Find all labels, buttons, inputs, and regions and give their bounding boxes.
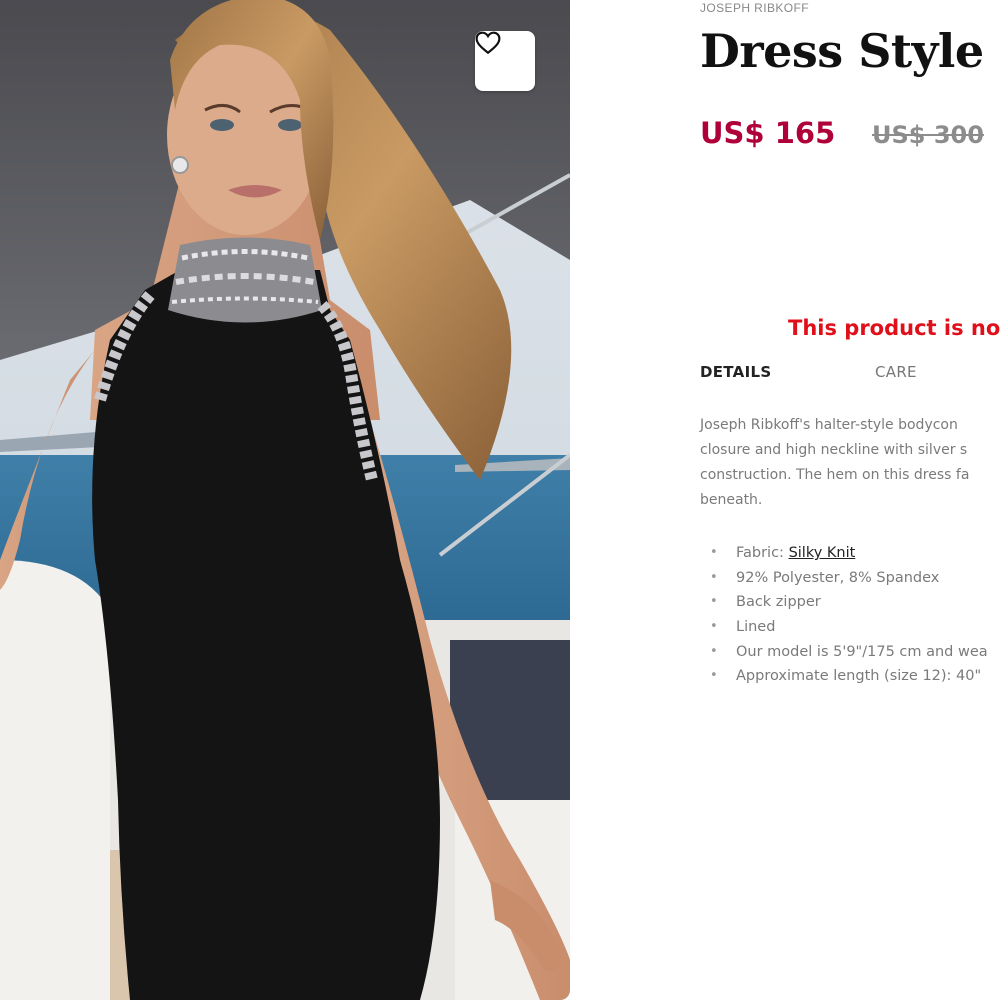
spec-item: Back zipper — [710, 590, 988, 615]
spec-item: 92% Polyester, 8% Spandex — [710, 566, 988, 591]
heart-icon — [475, 31, 501, 55]
description-line: construction. The hem on this dress fa — [700, 467, 970, 483]
product-title: Dress Style 1 — [700, 24, 1000, 78]
availability-notice: This product is no — [788, 316, 1000, 340]
description-line: closure and high neckline with silver s — [700, 442, 968, 458]
favorite-button[interactable] — [475, 31, 535, 91]
product-photo — [0, 0, 570, 1000]
fabric-label: Fabric: — [736, 545, 789, 561]
tab-details[interactable]: DETAILS — [700, 363, 771, 381]
tab-care[interactable]: CARE — [875, 363, 917, 381]
sale-price: US$ 165 — [700, 116, 836, 150]
description-line: Joseph Ribkoff's halter-style bodycon — [700, 417, 958, 433]
spec-item: Approximate length (size 12): 40" — [710, 664, 988, 689]
spec-item: Our model is 5'9"/175 cm and wea — [710, 640, 988, 665]
spec-item: Lined — [710, 615, 988, 640]
spec-item-fabric: Fabric: Silky Knit — [710, 541, 988, 566]
product-image[interactable] — [0, 0, 570, 1000]
original-price: US$ 300 — [872, 121, 984, 149]
spec-list: Fabric: Silky Knit 92% Polyester, 8% Spa… — [710, 541, 988, 689]
description-line: beneath. — [700, 492, 763, 508]
product-description: Joseph Ribkoff's halter-style bodycon cl… — [700, 413, 1000, 513]
brand-name[interactable]: JOSEPH RIBKOFF — [700, 1, 809, 15]
fabric-link[interactable]: Silky Knit — [789, 545, 856, 561]
